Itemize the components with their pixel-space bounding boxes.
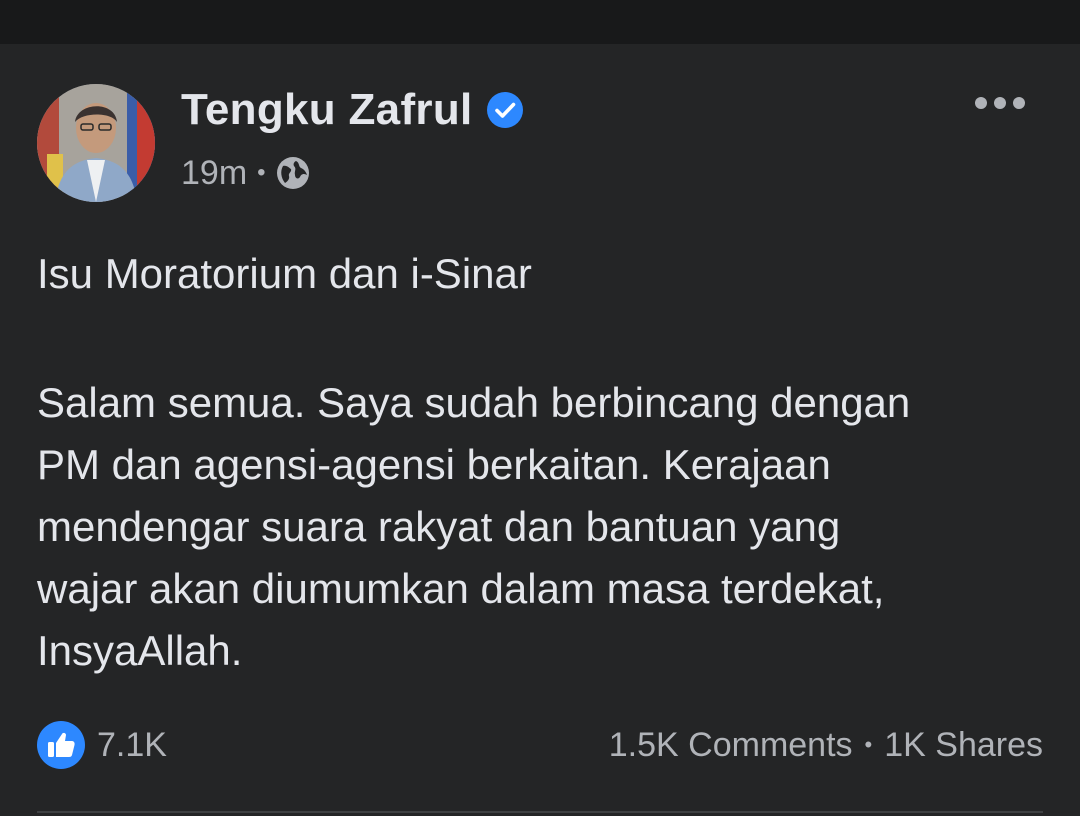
top-bar <box>0 0 1080 44</box>
post-body-line: wajar akan diumumkan dalam masa terdekat… <box>37 565 885 612</box>
post-body-line: Salam semua. Saya sudah berbincang denga… <box>37 379 911 426</box>
post-meta: 19m • <box>181 152 310 194</box>
post-title: Isu Moratorium dan i-Sinar <box>37 250 532 297</box>
avatar[interactable] <box>37 84 155 202</box>
engagement-stats: 1.5K Comments • 1K Shares <box>609 720 1043 770</box>
stats-separator: • <box>864 732 873 757</box>
post-body-line: mendengar suara rakyat dan bantuan yang <box>37 503 841 550</box>
author-row: Tengku Zafrul <box>181 84 523 136</box>
divider <box>37 811 1043 813</box>
like-count: 7.1K <box>97 725 167 764</box>
post-body-line: InsyaAllah. <box>37 627 243 674</box>
post-body: Salam semua. Saya sudah berbincang denga… <box>37 372 1047 682</box>
avatar-photo <box>37 84 155 202</box>
like-icon <box>37 721 85 769</box>
post-body-line: PM dan agensi-agensi berkaitan. Kerajaan <box>37 441 831 488</box>
verified-badge-icon <box>486 92 523 128</box>
shares-count[interactable]: 1K Shares <box>884 726 1043 765</box>
reactions-summary[interactable]: 7.1K <box>37 720 167 770</box>
post-timestamp[interactable]: 19m <box>181 154 247 193</box>
globe-icon <box>276 157 309 189</box>
author-name[interactable]: Tengku Zafrul <box>181 85 473 135</box>
meta-separator: • <box>257 159 266 186</box>
comments-count[interactable]: 1.5K Comments <box>609 726 853 765</box>
post-card: Tengku Zafrul 19m • Isu Moratorium dan i… <box>0 44 1080 816</box>
more-options-icon[interactable] <box>974 90 1026 116</box>
